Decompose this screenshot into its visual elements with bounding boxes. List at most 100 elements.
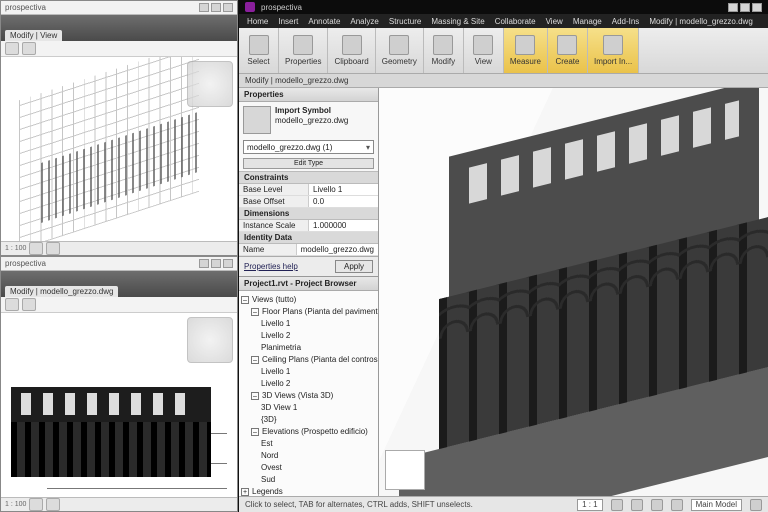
tree-item[interactable]: Sud (241, 474, 376, 486)
context-bar: Modify | modello_grezzo.dwg (239, 74, 768, 88)
property-value[interactable]: modello_grezzo.dwg (297, 244, 378, 255)
viewcube-icon[interactable] (385, 450, 425, 490)
property-value[interactable]: 1.000000 (309, 220, 378, 231)
ribbon-icon (603, 35, 623, 55)
status-icon[interactable] (29, 498, 43, 511)
tree-item[interactable]: Est (241, 438, 376, 450)
window-buttons[interactable] (728, 3, 762, 12)
status-icon[interactable] (651, 499, 663, 511)
scale-selector[interactable]: 1 : 1 (577, 499, 603, 511)
tree-item[interactable]: Livello 1 (241, 318, 376, 330)
ribbon-group[interactable]: Create (548, 28, 588, 73)
property-value[interactable]: 0.0 (309, 196, 378, 207)
tool-icon[interactable] (5, 42, 19, 55)
menu-tabs: Home Insert Annotate Analyze Structure Massin… (239, 14, 768, 28)
tree-item[interactable]: 3D View 1 (241, 402, 376, 414)
workset-selector[interactable]: Main Model (691, 499, 742, 511)
ribbon-label: Geometry (382, 57, 417, 66)
tool-icon[interactable] (22, 42, 36, 55)
menu-tab[interactable]: Add-Ins (612, 17, 640, 26)
menu-tab[interactable]: Annotate (308, 17, 340, 26)
window-buttons[interactable] (199, 259, 233, 268)
ribbon-icon (473, 35, 493, 55)
tree-item[interactable]: Planimetria (241, 342, 376, 354)
menu-tab[interactable]: Analyze (350, 17, 378, 26)
palette-header[interactable]: Project1.rvt - Project Browser (239, 277, 378, 291)
menu-tab[interactable]: View (546, 17, 563, 26)
status-icon[interactable] (631, 499, 643, 511)
status-icon[interactable] (46, 242, 60, 255)
tool-icon[interactable] (5, 298, 19, 311)
tree-item[interactable]: –Floor Plans (Pianta del pavimento) (241, 306, 376, 318)
ribbon-group[interactable]: Modify (424, 28, 464, 73)
menu-tab[interactable]: Modify | modello_grezzo.dwg (649, 17, 752, 26)
palette-header[interactable]: Properties (239, 88, 378, 102)
tree-item[interactable]: {3D} (241, 414, 376, 426)
window-buttons[interactable] (199, 3, 233, 12)
status-hint: Click to select, TAB for alternates, CTR… (245, 500, 473, 509)
type-selector[interactable]: modello_grezzo.dwg (1) ▾ (243, 140, 374, 154)
status-icon[interactable] (671, 499, 683, 511)
project-browser: Project1.rvt - Project Browser –Views (t… (239, 277, 378, 496)
property-value[interactable]: Livello 1 (309, 184, 378, 195)
tree-item[interactable]: Livello 2 (241, 330, 376, 342)
titlebar[interactable]: prospectiva (1, 257, 237, 271)
viewport-3d-shaded[interactable] (379, 88, 768, 496)
menu-tab[interactable]: Manage (573, 17, 602, 26)
scale[interactable]: 1 : 100 (5, 245, 26, 252)
status-bar: 1 : 100 (1, 241, 237, 255)
properties-palette: Properties Import Symbol modello_grezzo.… (239, 88, 378, 277)
viewport-elevation[interactable] (1, 313, 237, 497)
ribbon-group[interactable]: Geometry (376, 28, 424, 73)
active-tab[interactable]: Modify | modello_grezzo.dwg (5, 286, 118, 297)
property-row[interactable]: Instance Scale1.000000 (239, 220, 378, 232)
ribbon: SelectPropertiesClipboard Geometry Modify V… (239, 28, 768, 74)
tool-icon[interactable] (22, 298, 36, 311)
ribbon-group[interactable]: Clipboard (328, 28, 375, 73)
app-title: prospectiva (5, 3, 46, 12)
menu-tab[interactable]: Collaborate (495, 17, 536, 26)
app-title: prospectiva (5, 259, 46, 268)
ribbon-label: View (475, 57, 492, 66)
tree-item[interactable]: Nord (241, 450, 376, 462)
menu-tab[interactable]: Insert (278, 17, 298, 26)
ribbon-group[interactable]: Select (239, 28, 279, 73)
tree-item[interactable]: +Legends (241, 486, 376, 496)
ribbon-group[interactable]: Measure (504, 28, 548, 73)
property-row[interactable]: Base Offset0.0 (239, 196, 378, 208)
tree-item[interactable]: –Views (tutto) (241, 294, 376, 306)
titlebar[interactable]: prospectiva (239, 0, 768, 14)
tree-item[interactable]: Livello 1 (241, 366, 376, 378)
status-icon[interactable] (46, 498, 60, 511)
quick-access (1, 297, 237, 313)
tree-item[interactable]: Livello 2 (241, 378, 376, 390)
properties-help-link[interactable]: Properties help (244, 262, 298, 271)
apply-button[interactable]: Apply (335, 260, 373, 273)
ribbon-group[interactable]: Properties (279, 28, 328, 73)
ribbon-group[interactable]: Import In... (588, 28, 639, 73)
menu-tab[interactable]: Home (247, 17, 268, 26)
tree-item[interactable]: –Elevations (Prospetto edificio) (241, 426, 376, 438)
viewport-3d-wire[interactable] (1, 57, 237, 241)
ribbon-icon (342, 35, 362, 55)
scale[interactable]: 1 : 100 (5, 501, 26, 508)
edit-type-button[interactable]: Edit Type (243, 158, 374, 169)
property-row[interactable]: Base LevelLivello 1 (239, 184, 378, 196)
menu-tab[interactable]: Massing & Site (431, 17, 484, 26)
tree-item[interactable]: Ovest (241, 462, 376, 474)
left-bottom-window: prospectiva Modify | modello_grezzo.dwg … (0, 256, 238, 512)
ribbon-group[interactable]: View (464, 28, 504, 73)
menu-tab[interactable]: Structure (389, 17, 421, 26)
mini-ribbon: Modify | View (1, 15, 237, 41)
status-icon[interactable] (29, 242, 43, 255)
tree-item[interactable]: –3D Views (Vista 3D) (241, 390, 376, 402)
tree-item[interactable]: –Ceiling Plans (Pianta del controsoffitt… (241, 354, 376, 366)
property-name: Base Offset (239, 196, 309, 207)
active-tab[interactable]: Modify | View (5, 30, 62, 41)
status-icon[interactable] (611, 499, 623, 511)
titlebar[interactable]: prospectiva (1, 1, 237, 15)
ribbon-label: Create (555, 57, 579, 66)
status-icon[interactable] (750, 499, 762, 511)
property-row[interactable]: Namemodello_grezzo.dwg (239, 244, 378, 256)
app-menu-icon[interactable] (245, 2, 255, 12)
